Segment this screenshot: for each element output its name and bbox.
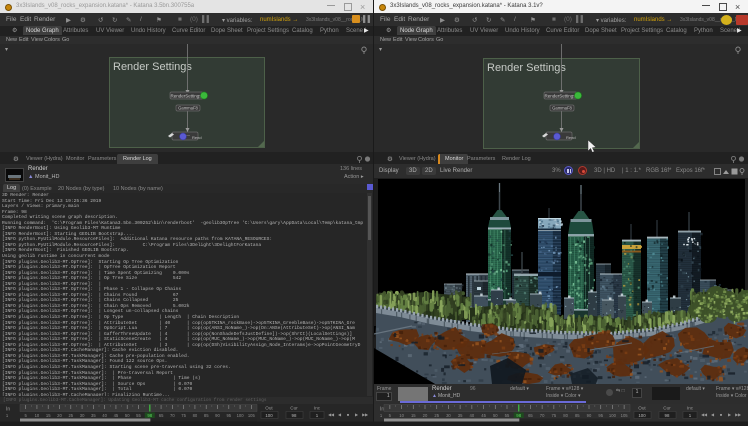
- svg-text:100: 100: [265, 413, 273, 418]
- svg-text:105: 105: [621, 413, 629, 418]
- svg-text:35: 35: [458, 413, 463, 418]
- svg-text:40: 40: [470, 413, 475, 418]
- svg-text:1: 1: [380, 413, 383, 418]
- svg-text:◀: ◀: [338, 413, 342, 417]
- svg-text:Rend: Rend: [566, 135, 576, 140]
- svg-text:Cur: Cur: [290, 406, 298, 411]
- svg-text:▶▶: ▶▶: [362, 413, 369, 417]
- svg-text:45: 45: [481, 413, 486, 418]
- svg-text:25: 25: [68, 413, 73, 418]
- svg-text:75: 75: [552, 413, 557, 418]
- svg-text:35: 35: [91, 413, 96, 418]
- svg-text:15: 15: [411, 413, 416, 418]
- svg-text:100: 100: [237, 413, 245, 418]
- svg-text:Inc: Inc: [687, 406, 694, 411]
- svg-text:Out: Out: [638, 406, 646, 411]
- svg-text:Inc: Inc: [314, 406, 321, 411]
- svg-text:95: 95: [598, 413, 603, 418]
- svg-text:98: 98: [147, 413, 152, 418]
- svg-text:98: 98: [292, 413, 297, 418]
- svg-text:GammaF8: GammaF8: [178, 106, 198, 111]
- svg-text:15: 15: [46, 413, 51, 418]
- svg-text:105: 105: [248, 413, 256, 418]
- svg-text:1: 1: [6, 413, 9, 418]
- svg-text:98: 98: [665, 413, 670, 418]
- svg-text:◀◀: ◀◀: [701, 413, 708, 417]
- svg-text:100: 100: [609, 413, 617, 418]
- svg-text:80: 80: [563, 413, 568, 418]
- svg-text:30: 30: [446, 413, 451, 418]
- svg-text:65: 65: [159, 413, 164, 418]
- svg-text:85: 85: [575, 413, 580, 418]
- svg-text:5: 5: [389, 413, 392, 418]
- svg-text:20: 20: [423, 413, 428, 418]
- svg-text:98: 98: [516, 413, 521, 418]
- svg-text:95: 95: [226, 413, 231, 418]
- svg-text:GammaF8: GammaF8: [552, 106, 572, 111]
- svg-text:10: 10: [399, 413, 404, 418]
- svg-text:90: 90: [587, 413, 592, 418]
- svg-text:25: 25: [434, 413, 439, 418]
- svg-text:RenderSettings: RenderSettings: [544, 93, 576, 98]
- svg-text:100: 100: [638, 413, 646, 418]
- svg-text:50: 50: [493, 413, 498, 418]
- svg-text:Cur: Cur: [663, 406, 671, 411]
- svg-text:In: In: [6, 407, 10, 413]
- svg-text:45: 45: [114, 413, 119, 418]
- svg-text:30: 30: [80, 413, 85, 418]
- svg-text:75: 75: [181, 413, 186, 418]
- svg-text:Out: Out: [265, 406, 273, 411]
- svg-text:▶: ▶: [355, 413, 359, 417]
- svg-text:■: ■: [347, 413, 350, 417]
- svg-text:90: 90: [215, 413, 220, 418]
- svg-text:70: 70: [170, 413, 175, 418]
- svg-text:55: 55: [505, 413, 510, 418]
- svg-text:65: 65: [528, 413, 533, 418]
- svg-text:Rend: Rend: [192, 135, 202, 140]
- svg-text:40: 40: [102, 413, 107, 418]
- svg-text:◀: ◀: [711, 413, 715, 417]
- svg-text:In: In: [380, 407, 384, 413]
- svg-text:◀◀: ◀◀: [328, 413, 335, 417]
- svg-text:▶▶: ▶▶: [735, 413, 742, 417]
- svg-text:5: 5: [24, 413, 27, 418]
- svg-text:20: 20: [57, 413, 62, 418]
- svg-text:70: 70: [540, 413, 545, 418]
- svg-text:▶: ▶: [728, 413, 732, 417]
- svg-text:50: 50: [125, 413, 130, 418]
- svg-text:80: 80: [193, 413, 198, 418]
- svg-text:85: 85: [204, 413, 209, 418]
- svg-text:55: 55: [136, 413, 141, 418]
- svg-text:RenderSettings: RenderSettings: [170, 93, 202, 98]
- svg-text:10: 10: [35, 413, 40, 418]
- svg-text:■: ■: [720, 413, 723, 417]
